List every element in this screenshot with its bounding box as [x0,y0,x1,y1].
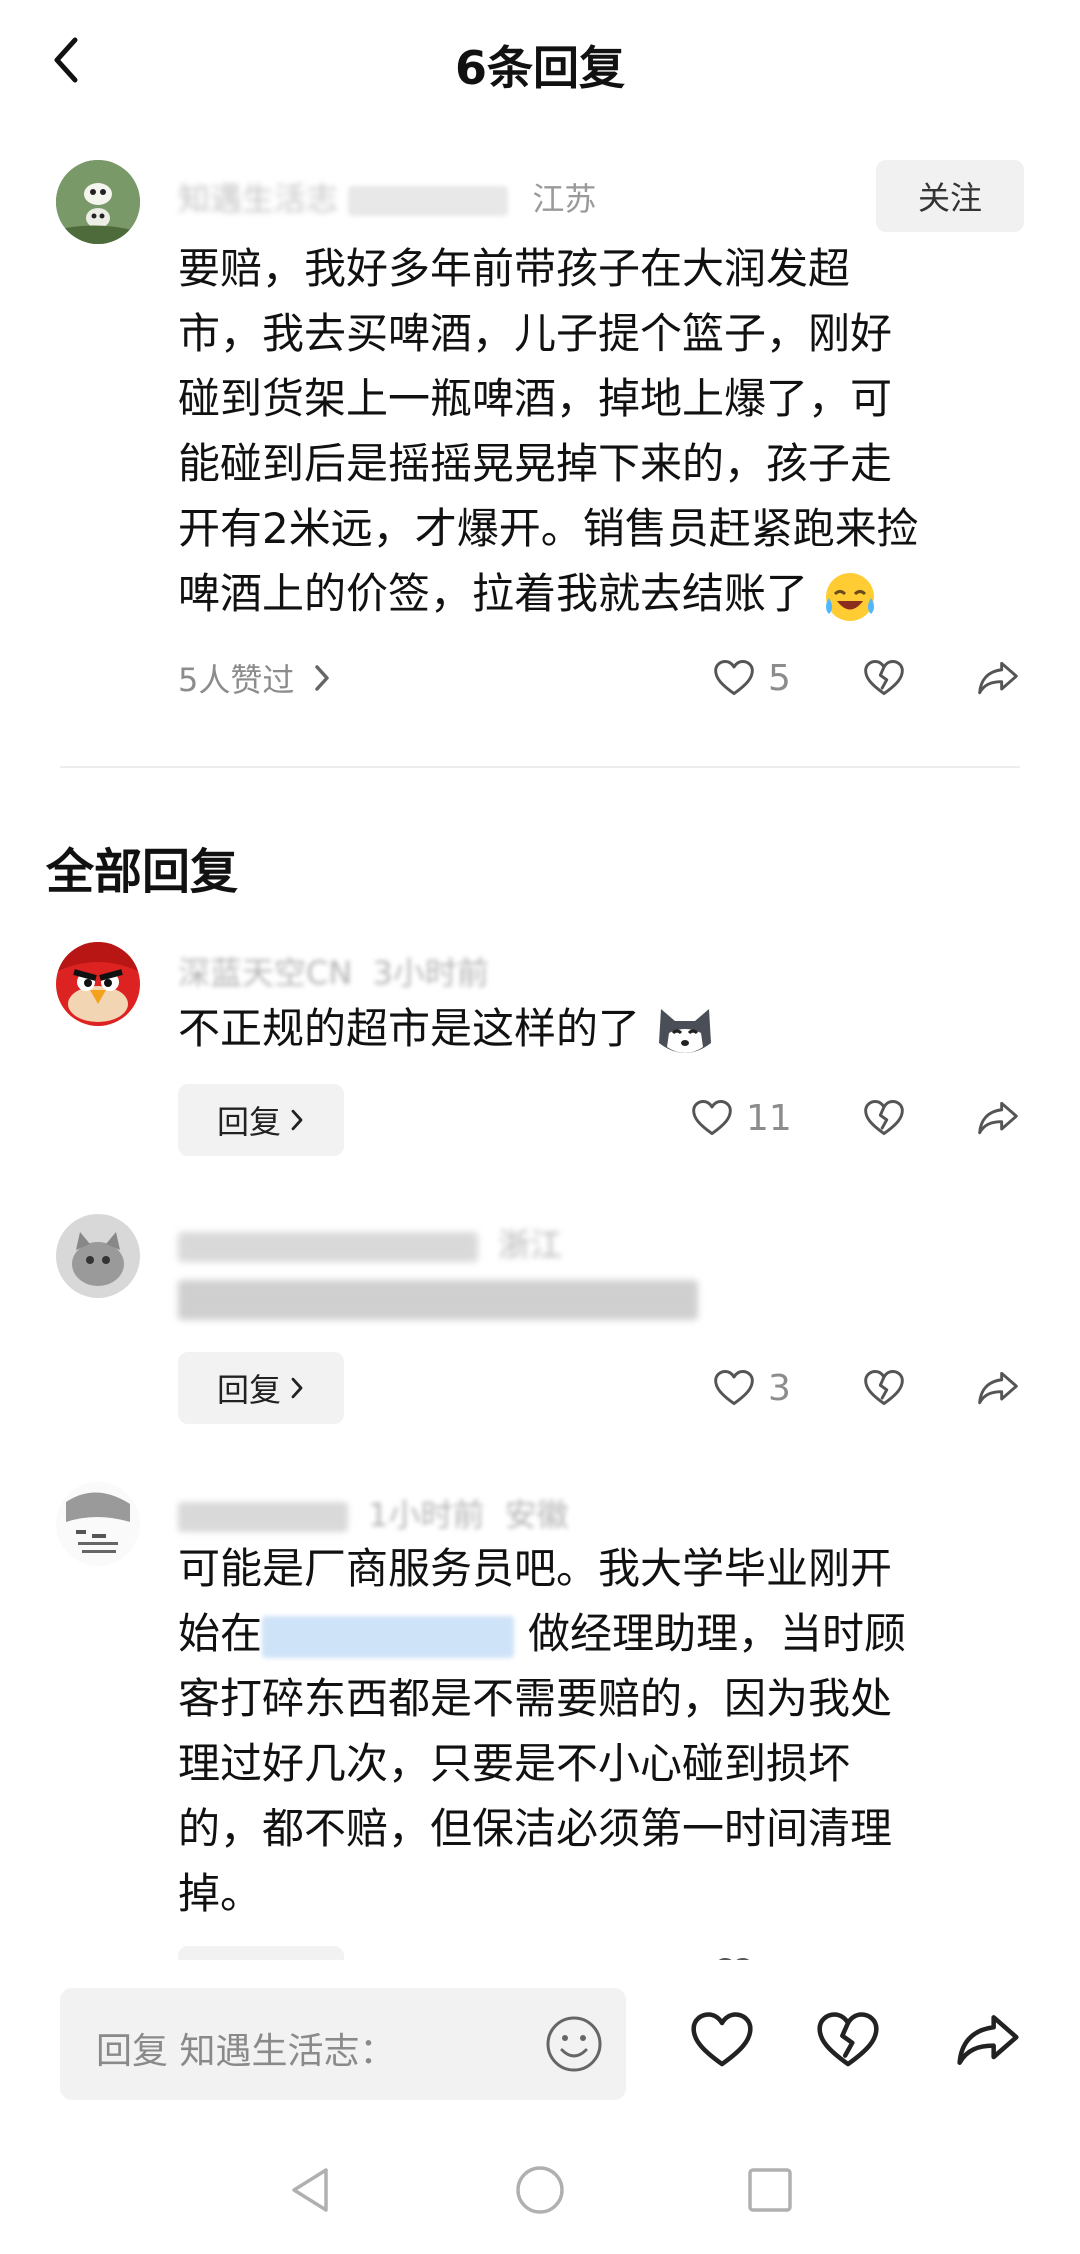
reply-line-start: 始在 [178,1609,263,1658]
broken-heart-icon [814,2006,882,2074]
nav-home-icon[interactable] [512,2162,568,2218]
reply-text-content: 不正规的超市是这样的了 [178,1004,641,1053]
broken-heart-icon [862,1096,906,1140]
redacted-user [178,1502,348,1532]
reply-line-end: 做经理助理，当时顾 [528,1609,907,1658]
like-button[interactable]: 11 [690,1096,792,1140]
username[interactable]: 深蓝天空CN [178,954,352,992]
timestamp: 3小时前 [372,954,489,992]
reply-line: 的，都不赔，但保洁必须第一时间清理 [178,1804,893,1853]
comment-line: 市，我去买啤酒，儿子提个篮子，刚好 [178,309,893,358]
cat-avatar-icon [56,1214,140,1298]
redacted-time [348,186,509,216]
reply-text: 可能是厂商服务员吧。我大学毕业刚开 始在 做经理助理，当时顾 客打碎东西都是不需要… [178,1536,1038,1926]
username[interactable]: 知遇生活志 [178,180,338,218]
like-count: 11 [746,1097,792,1139]
heart-outline-icon [690,1096,734,1140]
reply-line: 客打碎东西都是不需要赔的，因为我处 [178,1674,893,1723]
chevron-right-icon [289,1375,305,1401]
reply-button[interactable]: 回复 [178,1084,344,1156]
share-button[interactable] [976,656,1020,700]
husky-dog-emoji-icon [659,1008,712,1053]
reply-meta: 深蓝天空CN 3小时前 [178,948,489,994]
like-count: 3 [768,1367,791,1409]
comment-meta: 知遇生活志 江苏 [178,174,596,220]
avatar[interactable] [56,160,140,244]
location: 安徽 [504,1496,569,1534]
comment-line-last: 啤酒上的价签，拉着我就去结账了 [178,561,1038,626]
comment-line: 开有2米远，才爆开。销售员赶紧跑来捡 [178,504,919,553]
comment-line: 要赔，我好多年前带孩子在大润发超 [178,244,851,293]
smiley-icon[interactable] [544,2014,604,2074]
avatar-image [56,160,140,244]
share-arrow-icon [976,1366,1020,1410]
redacted-user [178,1232,478,1262]
avatar[interactable] [56,942,140,1026]
timestamp: 1小时前 [368,1496,485,1534]
reply-line: 理过好几次，只要是不小心碰到损坏 [178,1739,851,1788]
reply-line: 可能是厂商服务员吧。我大学毕业刚开 [178,1544,893,1593]
reply-label: 回复 [216,1103,281,1141]
location: 江苏 [532,180,597,218]
redacted-link[interactable] [262,1615,515,1658]
like-button[interactable]: 5 [712,656,791,700]
comment-text: 要赔，我好多年前带孩子在大润发超 市，我去买啤酒，儿子提个篮子，刚好 碰到货架上… [178,236,1038,626]
avatar[interactable] [56,1482,140,1566]
nav-back-icon[interactable] [282,2162,338,2218]
broken-heart-icon [862,656,906,700]
share-button[interactable] [954,2006,1022,2074]
share-arrow-icon [954,2006,1022,2074]
reply-input-placeholder: 回复 知遇生活志： [96,2031,396,2072]
top-bar: 6条回复 [0,0,1080,130]
broken-heart-icon [862,1366,906,1410]
divider [60,766,1020,768]
reply-label: 回复 [216,1371,281,1409]
like-button[interactable]: 3 [712,1366,791,1410]
chevron-right-icon [289,1107,305,1133]
chevron-right-icon [312,662,332,694]
comment-line: 能碰到后是摇摇晃晃掉下来的，孩子走 [178,439,893,488]
share-arrow-icon [976,656,1020,700]
share-button[interactable] [976,1096,1020,1140]
heart-outline-icon [712,656,756,700]
reply-bar: 回复 知遇生活志： [0,1960,1080,2100]
like-count: 5 [768,657,791,699]
calligraphy-avatar-icon [56,1482,140,1566]
dislike-button[interactable] [862,1366,906,1410]
redacted-text [178,1279,698,1320]
reply-input[interactable]: 回复 知遇生活志： [60,1988,626,2100]
location: 浙江 [498,1226,563,1264]
liked-by-label: 5人赞过 [178,661,295,699]
system-nav-bar [0,2130,1080,2254]
laughing-crying-emoji-icon [826,572,875,621]
avatar[interactable] [56,1214,140,1298]
liked-by-link[interactable]: 5人赞过 [178,655,332,701]
comment-line: 啤酒上的价签，拉着我就去结账了 [178,569,809,618]
nav-recents-icon[interactable] [742,2162,798,2218]
angry-bird-avatar-icon [56,942,140,1026]
heart-outline-icon [688,2006,756,2074]
reply-meta: 1小时前 安徽 [178,1490,569,1536]
section-title: 全部回复 [46,844,239,900]
reply-meta: 浙江 [178,1220,562,1266]
reply-line: 始在 做经理助理，当时顾 [178,1601,1038,1666]
dislike-button[interactable] [814,2006,882,2074]
comment-line: 碰到货架上一瓶啤酒，掉地上爆了，可 [178,374,893,423]
like-button[interactable] [688,2006,756,2074]
reply-button[interactable]: 回复 [178,1352,344,1424]
page-title: 6条回复 [454,41,625,95]
reply-line: 掉。 [178,1869,263,1918]
dislike-button[interactable] [862,1096,906,1140]
reply-text [178,1264,698,1329]
share-arrow-icon [976,1096,1020,1140]
share-button[interactable] [976,1366,1020,1410]
heart-outline-icon [712,1366,756,1410]
follow-button[interactable]: 关注 [876,160,1024,232]
dislike-button[interactable] [862,656,906,700]
reply-text: 不正规的超市是这样的了 [178,996,717,1061]
